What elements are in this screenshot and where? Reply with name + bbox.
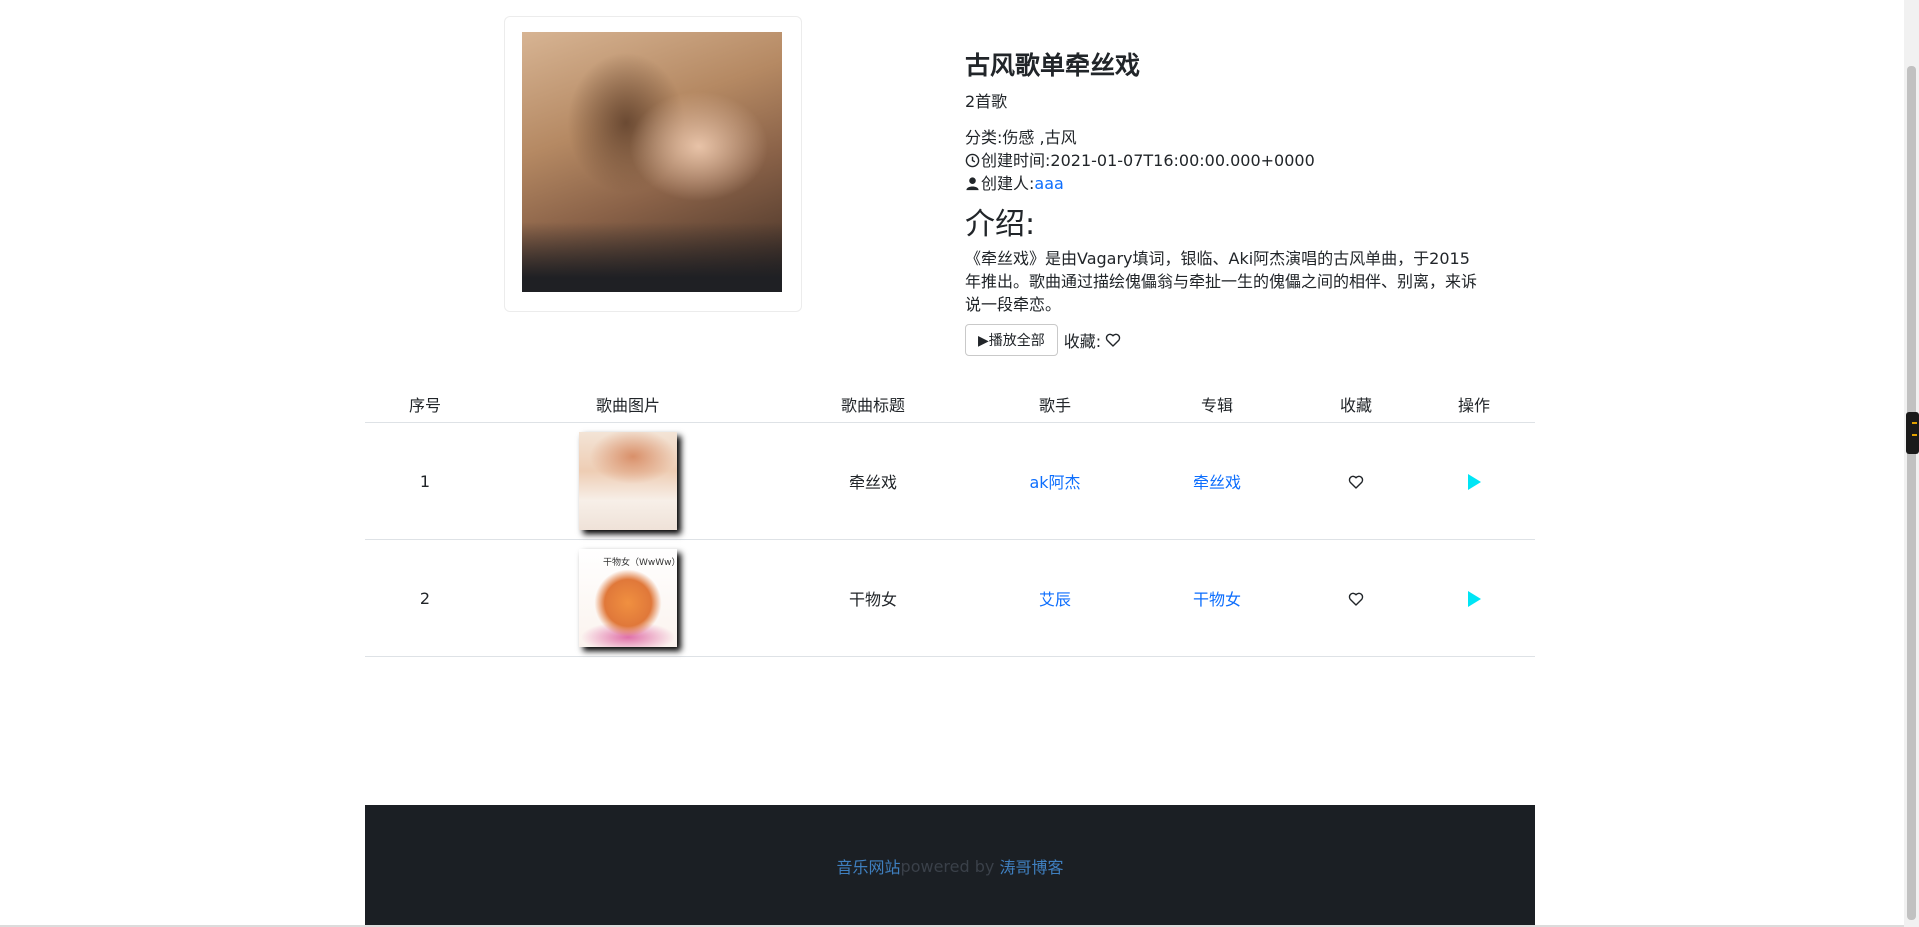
header-title: 歌曲标题 (771, 386, 975, 423)
header-album: 专辑 (1135, 386, 1299, 423)
playlist-actions: ▶播放全部 收藏: (965, 324, 1485, 356)
play-icon[interactable] (1466, 473, 1482, 491)
category-label: 分类: (965, 128, 1003, 147)
row-title: 牵丝戏 (771, 422, 975, 540)
table-row: 1 牵丝戏 ak阿杰 牵丝戏 (365, 422, 1535, 540)
header-singer: 歌手 (975, 386, 1135, 423)
row-image-cell (485, 422, 771, 540)
heart-outline-icon[interactable] (1348, 591, 1364, 607)
singer-link[interactable]: 艾辰 (1039, 590, 1071, 609)
site-link[interactable]: 音乐网站 (837, 854, 901, 878)
clock-icon (965, 153, 980, 168)
blog-link[interactable]: 涛哥博客 (999, 854, 1063, 878)
vertical-scrollbar[interactable] (1904, 0, 1919, 927)
playlist-cover-image (522, 32, 782, 292)
creator-row: 创建人: aaa (965, 172, 1485, 195)
header-favorite: 收藏 (1299, 386, 1413, 423)
header-index: 序号 (365, 386, 485, 423)
album-link[interactable]: 牵丝戏 (1193, 473, 1241, 492)
row-image-cell: 干物女（WwWw） (485, 539, 771, 657)
intro-text: 《牵丝戏》是由Vagary填词，银临、Aki阿杰演唱的古风单曲，于2015年推出… (965, 249, 1478, 314)
category-value: 伤感 ,古风 (1002, 128, 1077, 147)
play-icon[interactable] (1466, 590, 1482, 608)
created-label: 创建时间: (981, 151, 1051, 170)
cover-shadow (522, 222, 782, 292)
powered-by-text: powered by (900, 856, 995, 876)
favorite-label: 收藏: (1063, 332, 1102, 351)
row-index: 1 (365, 422, 485, 540)
footer: 音乐网站 powered by 涛哥博客 (365, 805, 1535, 927)
song-cover-image (579, 432, 677, 530)
created-value: 2021-01-07T16:00:00.000+0000 (1050, 151, 1315, 170)
playlist-title: 古风歌单牵丝戏 (965, 51, 1141, 80)
playlist-info: 古风歌单牵丝戏 2首歌 分类: 伤感 ,古风 创建时间: 2021-01-07T… (965, 50, 1485, 356)
song-table: 序号 歌曲图片 歌曲标题 歌手 专辑 收藏 操作 1 牵丝戏 ak阿杰 牵丝戏 (365, 386, 1535, 657)
created-row: 创建时间: 2021-01-07T16:00:00.000+0000 (965, 149, 1485, 172)
category-row: 分类: 伤感 ,古风 (965, 126, 1485, 149)
play-all-button[interactable]: ▶播放全部 (965, 324, 1058, 356)
heart-outline-icon[interactable] (1105, 332, 1121, 348)
cover-caption: 干物女（WwWw） (603, 558, 681, 568)
row-title: 干物女 (771, 539, 975, 657)
table-row: 2 干物女（WwWw） 干物女 艾辰 干物女 (365, 539, 1535, 657)
intro-heading: 介绍: (965, 207, 1036, 242)
table-header-row: 序号 歌曲图片 歌曲标题 歌手 专辑 收藏 操作 (365, 386, 1535, 423)
scrollbar-thumb[interactable] (1907, 66, 1916, 920)
row-index: 2 (365, 539, 485, 657)
album-link[interactable]: 干物女 (1193, 590, 1241, 609)
header-action: 操作 (1413, 386, 1535, 423)
song-count: 2首歌 (965, 92, 1008, 111)
singer-link[interactable]: ak阿杰 (1029, 473, 1080, 492)
page: 古风歌单牵丝戏 2首歌 分类: 伤感 ,古风 创建时间: 2021-01-07T… (0, 0, 1904, 927)
side-widget-handle[interactable] (1906, 412, 1919, 454)
song-cover-image: 干物女（WwWw） (579, 549, 681, 647)
user-icon (966, 177, 979, 191)
creator-link[interactable]: aaa (1034, 172, 1063, 195)
creator-label: 创建人: (981, 174, 1035, 193)
header-image: 歌曲图片 (485, 386, 771, 423)
playlist-meta: 分类: 伤感 ,古风 创建时间: 2021-01-07T16:00:00.000… (965, 126, 1485, 195)
heart-outline-icon[interactable] (1348, 474, 1364, 490)
